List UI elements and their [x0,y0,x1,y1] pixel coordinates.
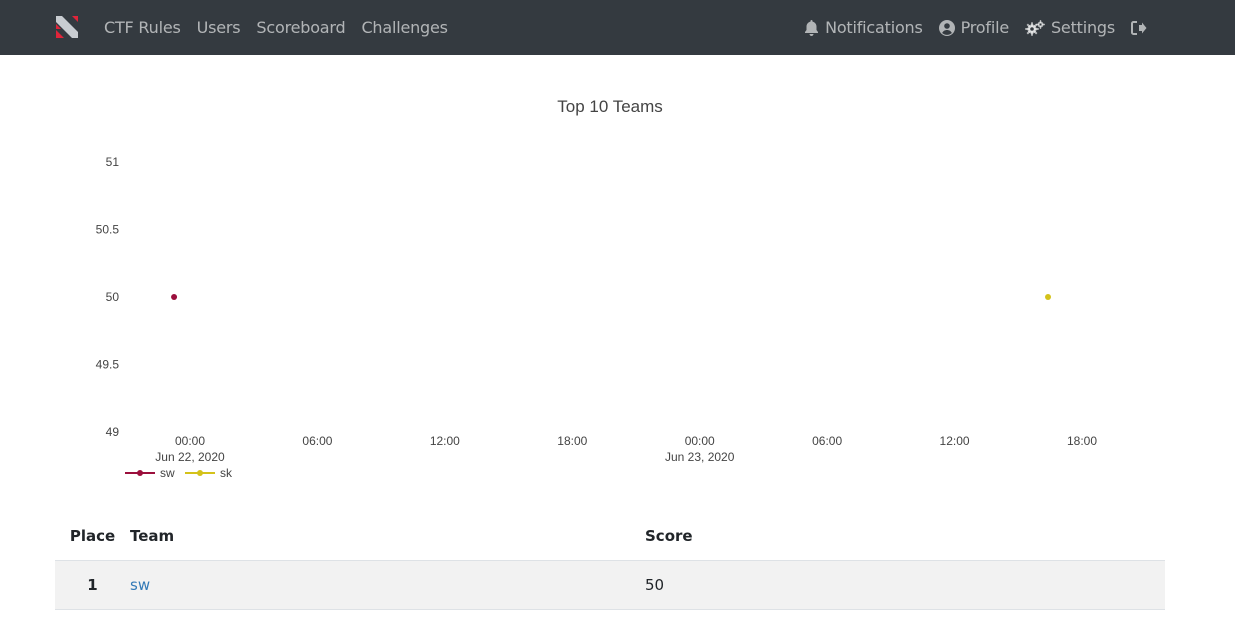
x-tick-label: 18:00 [557,434,587,448]
legend-label-sw[interactable]: sw [160,466,175,480]
y-tick-label: 50 [106,290,120,304]
header-place: Place [55,512,130,561]
y-tick-label: 49.5 [96,358,120,372]
x-tick-date-label: Jun 23, 2020 [665,450,735,464]
x-tick-label: 12:00 [430,434,460,448]
nav-left: CTF Rules Users Scoreboard Challenges [104,0,464,55]
table-header-row: Place Team Score [55,512,1165,561]
team-link-sw[interactable]: sw [130,576,150,594]
scoreboard-chart: Top 10 Teams 51 50.5 50 49.5 49 00:00 Jun 22,… [0,55,1235,495]
legend-marker-sw [137,470,143,476]
bell-icon [804,19,819,36]
legend-label-sk[interactable]: sk [220,466,233,480]
nav-challenges[interactable]: Challenges [361,0,448,55]
x-tick-date-label: Jun 22, 2020 [155,450,225,464]
row-place: 1 [55,560,130,610]
x-tick-label: 12:00 [940,434,970,448]
header-score: Score [645,512,1165,561]
row-team: sw [130,560,645,610]
nav-notifications[interactable]: Notifications [804,0,923,55]
y-tick-label: 49 [106,425,120,439]
sign-out-icon [1131,20,1147,35]
x-tick-label: 00:00 [175,434,205,448]
x-tick-label: 06:00 [812,434,842,448]
header-team: Team [130,512,645,561]
logout-button[interactable] [1131,0,1153,55]
nav-notifications-label: Notifications [825,18,923,37]
nav-right: Notifications Profile Settings [804,0,1235,55]
x-tick-label: 00:00 [685,434,715,448]
data-point-sk[interactable] [1045,294,1052,300]
row-score: 50 [645,560,1165,610]
x-tick-label: 18:00 [1067,434,1097,448]
legend-marker-sk [197,470,203,476]
y-tick-label: 50.5 [96,223,120,237]
nav-users[interactable]: Users [197,0,241,55]
nav-scoreboard[interactable]: Scoreboard [256,0,345,55]
chart-title: Top 10 Teams [557,97,663,116]
scoreboard-table: Place Team Score 1 sw 50 [55,512,1165,610]
user-circle-icon [938,19,955,36]
cogs-icon [1025,19,1045,36]
nav-profile-label: Profile [960,18,1010,37]
y-tick-label: 51 [106,155,120,169]
table-row: 1 sw 50 [55,560,1165,610]
score-graph: Top 10 Teams 51 50.5 50 49.5 49 00:00 Jun 22,… [96,97,1098,480]
data-point-sw[interactable] [171,294,178,300]
nav-profile[interactable]: Profile [938,0,1010,55]
top-navbar: CTF Rules Users Scoreboard Challenges No… [0,0,1235,55]
x-tick-label: 06:00 [302,434,332,448]
nav-settings[interactable]: Settings [1025,0,1115,55]
nav-settings-label: Settings [1050,18,1115,37]
nav-ctf-rules[interactable]: CTF Rules [104,0,181,55]
ctfd-logo-icon[interactable] [56,16,78,38]
